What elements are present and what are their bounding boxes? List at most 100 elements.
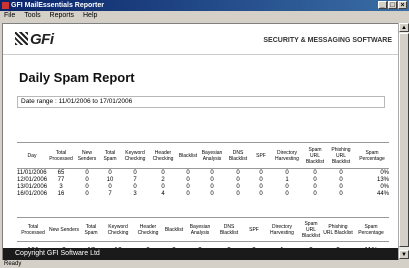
table-row: 11/01/2006 65 0 0 0 0 0 0 0 0 0 0 0 0%: [17, 169, 389, 177]
gfi-logo: GFi: [15, 31, 54, 48]
date-range: Date range : 11/01/2006 to 17/01/2006: [17, 96, 385, 108]
copyright-footer: Copyright GFI Software Ltd: [3, 248, 398, 260]
table-cell: 0: [85, 176, 89, 183]
table-cell: 0: [313, 169, 317, 176]
menu-reports[interactable]: Reports: [50, 12, 75, 19]
column-header: Header Checking: [133, 217, 163, 242]
column-header: Spam URL Blacklist: [303, 142, 327, 169]
logo-mark-icon: [15, 32, 28, 45]
table-cell: 0: [186, 169, 190, 176]
daily-header-row: Day Total Processed New Senders Total Sp…: [17, 142, 389, 169]
table-cell: 0: [161, 183, 165, 190]
table-cell: 44%: [376, 190, 389, 197]
column-header: Directory Harvesting: [271, 142, 303, 169]
table-row: 16/01/2006 16 0 7 3 4 0 0 0 0 0 0 0 44%: [17, 190, 389, 197]
table-cell: 0: [85, 183, 89, 190]
table-cell: 0: [186, 176, 190, 183]
window-title: GFI MailEssentials Reporter: [11, 2, 104, 9]
table-cell: 0: [285, 190, 289, 197]
table-cell: 0: [236, 169, 240, 176]
table-cell: 0: [259, 176, 263, 183]
minimize-button[interactable]: _: [378, 1, 387, 9]
column-header: Directory Harvesting: [265, 217, 299, 242]
table-cell: 0: [210, 176, 214, 183]
report-banner: GFi SECURITY & MESSAGING SOFTWARE: [3, 24, 398, 55]
table-cell: 0: [313, 190, 317, 197]
menu-tools[interactable]: Tools: [24, 12, 40, 19]
table-cell: 11/01/2006: [17, 169, 47, 176]
table-cell: 7: [133, 176, 137, 183]
table-cell: 0: [259, 190, 263, 197]
table-cell: 4: [161, 190, 165, 197]
table-cell: 0: [161, 169, 165, 176]
table-cell: 0: [313, 176, 317, 183]
report-viewport: GFi SECURITY & MESSAGING SOFTWARE Daily …: [2, 23, 399, 261]
table-cell: 77: [57, 176, 65, 183]
maximize-button[interactable]: □: [388, 1, 397, 9]
table-cell: 13%: [376, 176, 389, 183]
column-header: Day: [17, 142, 47, 169]
column-header: Blacklist: [177, 142, 199, 169]
column-header: Spam URL Blacklist: [299, 217, 323, 242]
column-header: Phishing URL Blacklist: [327, 142, 355, 169]
column-header: SPF: [251, 142, 271, 169]
scroll-down-arrow-icon[interactable]: ▼: [399, 250, 409, 259]
table-cell: 0%: [380, 169, 389, 176]
vertical-scrollbar[interactable]: ▲ ▼: [398, 23, 409, 259]
column-header: Total Processed: [17, 217, 49, 242]
report-title: Daily Spam Report: [19, 70, 135, 85]
table-cell: 0: [210, 190, 214, 197]
table-cell: 0: [108, 169, 112, 176]
column-header: Total Processed: [47, 142, 75, 169]
column-header: Total Spam: [79, 217, 103, 242]
table-cell: 7: [108, 190, 112, 197]
table-cell: 2: [161, 176, 165, 183]
table-cell: 0: [85, 169, 89, 176]
table-cell: 0: [339, 190, 343, 197]
table-cell: 0: [186, 190, 190, 197]
column-header: Spam Percentage: [355, 142, 389, 169]
table-cell: 0: [259, 169, 263, 176]
column-header: DNS Blacklist: [215, 217, 243, 242]
column-header: Keyword Checking: [121, 142, 149, 169]
table-row: 12/01/2006 77 0 10 7 2 0 0 0 0 1 0 0 13%: [17, 176, 389, 183]
table-cell: 0: [236, 183, 240, 190]
table-cell: 0: [210, 183, 214, 190]
menu-bar: File Tools Reports Help: [0, 11, 409, 21]
scroll-thumb[interactable]: [399, 33, 409, 247]
table-cell: 0: [285, 183, 289, 190]
table-cell: 16/01/2006: [17, 190, 47, 197]
menu-help[interactable]: Help: [83, 12, 97, 19]
menu-file[interactable]: File: [4, 12, 15, 19]
scroll-up-arrow-icon[interactable]: ▲: [399, 23, 409, 32]
table-cell: 0%: [380, 183, 389, 190]
table-cell: 0: [108, 183, 112, 190]
app-icon: [2, 2, 9, 9]
column-header: Total Spam: [99, 142, 121, 169]
table-cell: 16: [57, 190, 65, 197]
daily-spam-table: Day Total Processed New Senders Total Sp…: [17, 142, 389, 197]
logo-text: GFi: [30, 31, 54, 48]
table-cell: 3: [59, 183, 63, 190]
status-bar: Ready: [0, 260, 409, 268]
column-header: SPF: [243, 217, 265, 242]
table-cell: 0: [236, 176, 240, 183]
table-cell: 0: [313, 183, 317, 190]
table-cell: 0: [236, 190, 240, 197]
table-cell: 0: [285, 169, 289, 176]
table-cell: 65: [57, 169, 65, 176]
column-header: Bayesian Analysis: [185, 217, 215, 242]
table-cell: 0: [133, 183, 137, 190]
column-header: Spam Percentage: [353, 217, 389, 242]
table-cell: 0: [259, 183, 263, 190]
table-cell: 0: [339, 176, 343, 183]
column-header: New Senders: [75, 142, 99, 169]
column-header: New Senders: [49, 217, 79, 242]
table-cell: 0: [133, 169, 137, 176]
column-header: Phishing URL Blacklist: [323, 217, 353, 242]
close-button[interactable]: ×: [398, 1, 407, 9]
column-header: Header Checking: [149, 142, 177, 169]
column-header: Blacklist: [163, 217, 185, 242]
table-cell: 0: [210, 169, 214, 176]
table-cell: 10: [106, 176, 114, 183]
